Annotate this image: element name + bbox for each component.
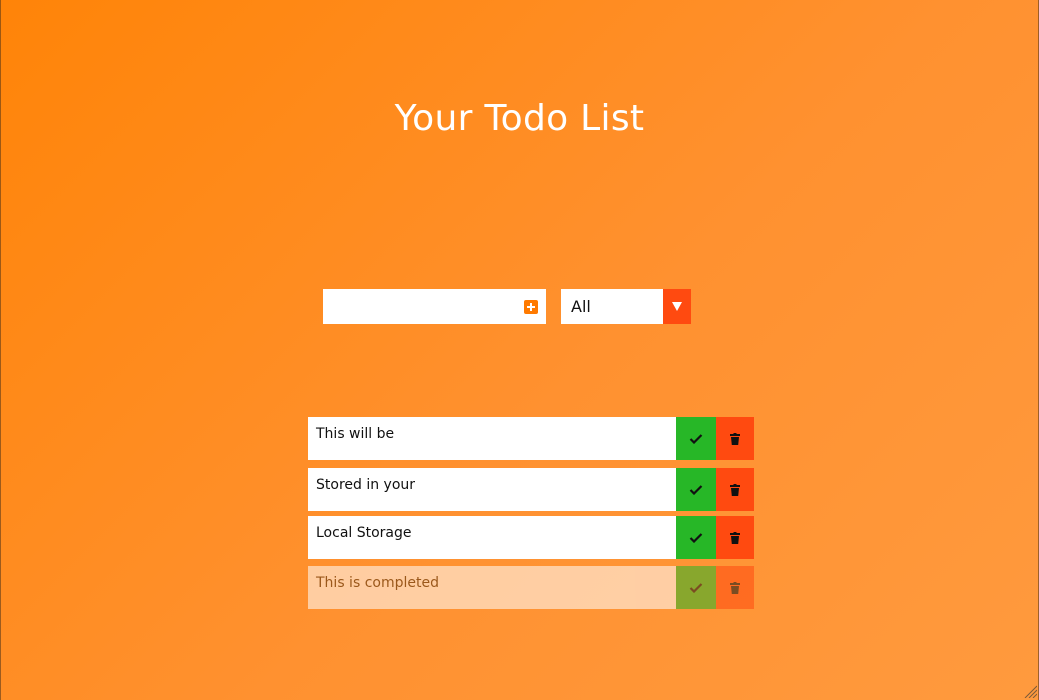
todo-text: Local Storage xyxy=(308,516,676,559)
filter-select[interactable]: All xyxy=(561,289,691,324)
page-title: Your Todo List xyxy=(394,98,645,140)
trash-button[interactable] xyxy=(716,468,754,511)
todo-form: All xyxy=(323,289,691,324)
trash-icon xyxy=(730,483,740,496)
trash-icon xyxy=(730,531,740,544)
complete-button[interactable] xyxy=(676,417,716,460)
todo-item: This will be xyxy=(308,417,754,460)
todo-item: Local Storage xyxy=(308,516,754,559)
trash-button[interactable] xyxy=(716,417,754,460)
complete-button[interactable] xyxy=(676,566,716,609)
trash-button[interactable] xyxy=(716,566,754,609)
todo-text: This will be xyxy=(308,417,676,460)
check-icon xyxy=(689,433,703,444)
todo-text: Stored in your xyxy=(308,468,676,511)
plus-square-icon[interactable] xyxy=(524,300,538,314)
filter-selected-value: All xyxy=(571,297,591,316)
trash-icon xyxy=(730,432,740,445)
trash-icon xyxy=(730,581,740,594)
todo-input[interactable] xyxy=(323,289,546,324)
trash-button[interactable] xyxy=(716,516,754,559)
todo-item: Stored in your xyxy=(308,468,754,511)
complete-button[interactable] xyxy=(676,516,716,559)
todo-text: This is completed xyxy=(308,566,676,609)
resize-grip-icon[interactable] xyxy=(1023,684,1037,698)
triangle-down-icon[interactable] xyxy=(663,289,691,324)
complete-button[interactable] xyxy=(676,468,716,511)
check-icon xyxy=(689,532,703,543)
check-icon xyxy=(689,484,703,495)
check-icon xyxy=(689,582,703,593)
todo-item-completed: This is completed xyxy=(308,566,754,609)
